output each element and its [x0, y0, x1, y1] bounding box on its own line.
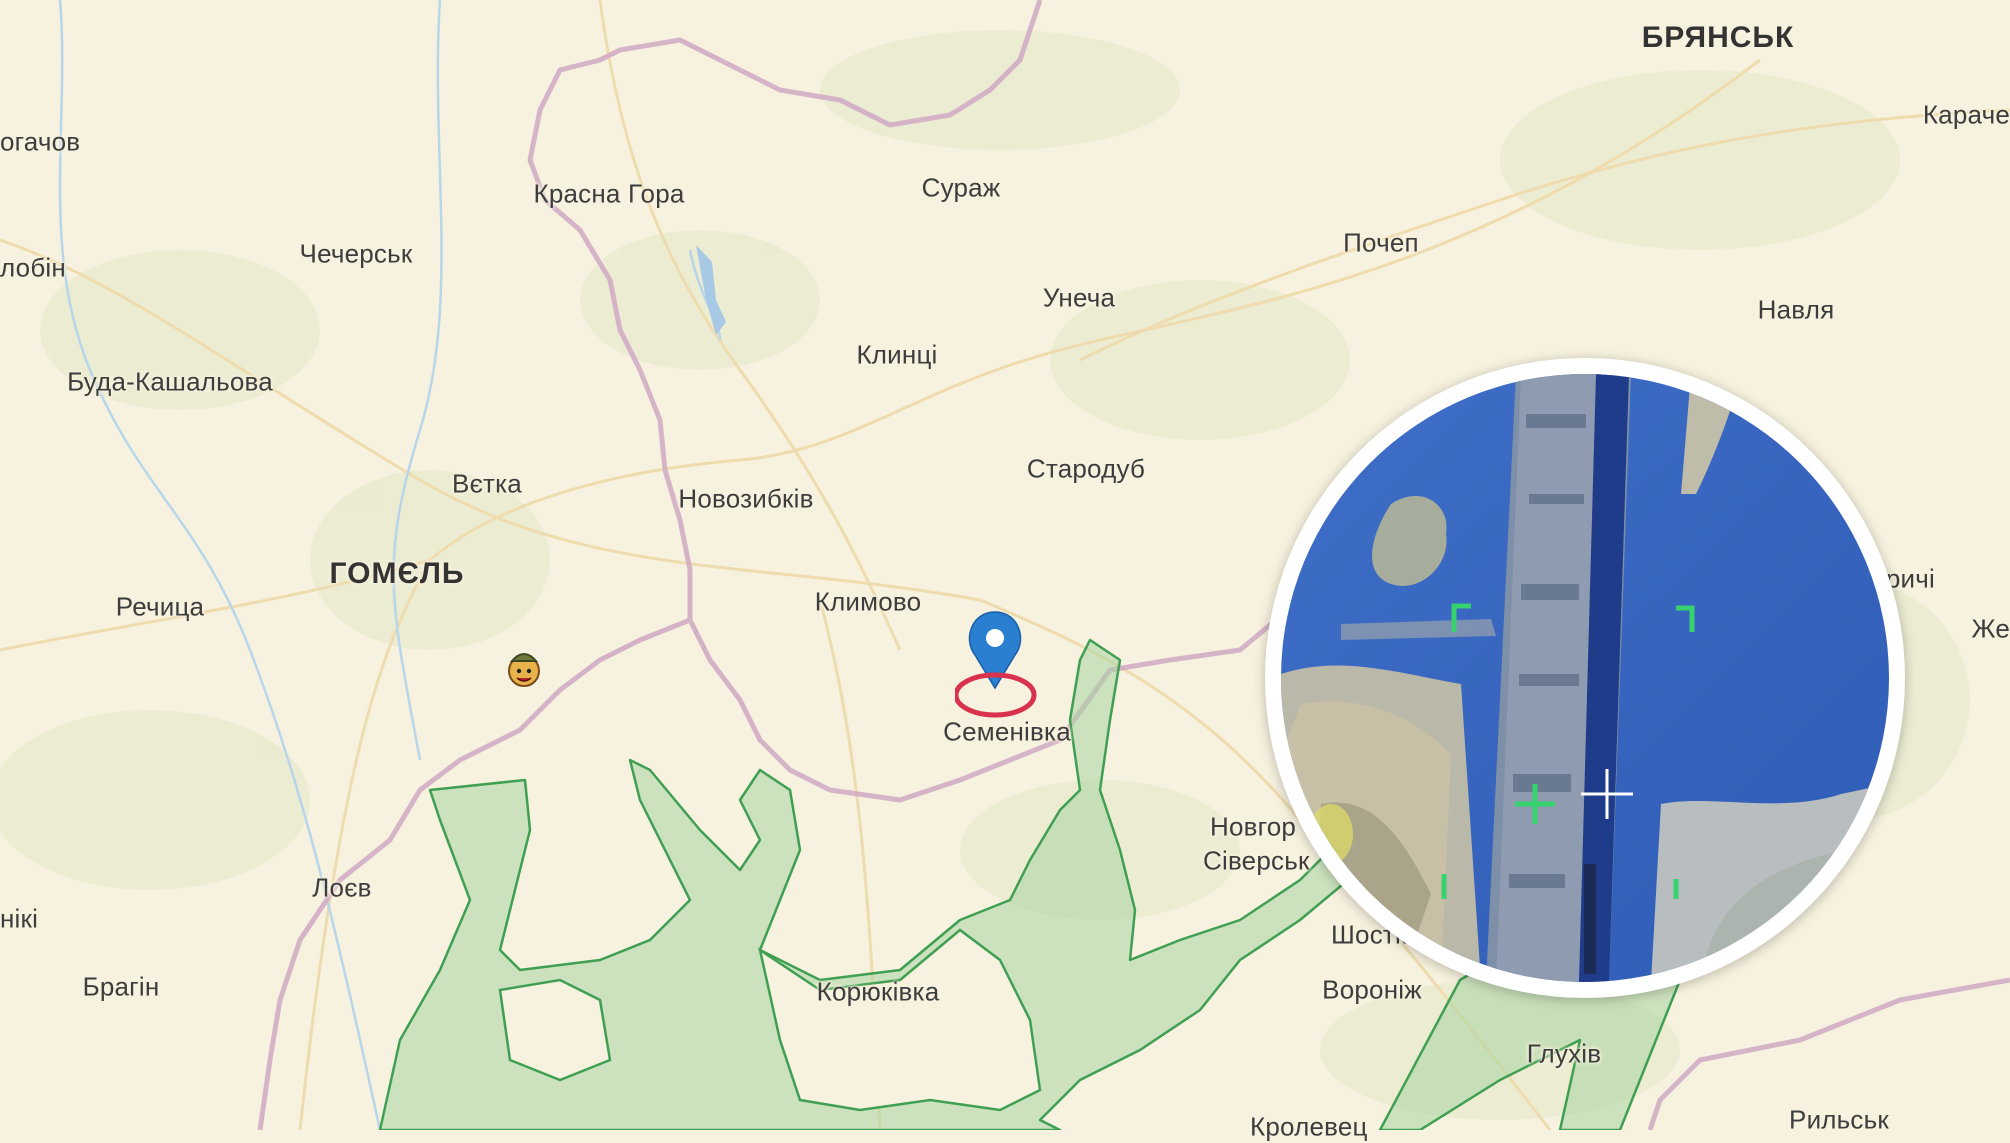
label-rechitsa: Речица [115, 591, 205, 622]
label-bragin: Брагін [82, 971, 160, 1002]
label-klimovo: Климово [814, 586, 922, 617]
label-vetka: Вєтка [452, 468, 522, 499]
label-novozybkov: Новозибків [678, 483, 814, 514]
label-krolevets: Кролевец [1250, 1111, 1368, 1142]
label-gomel: ГОМЄЛЬ [329, 557, 465, 590]
drone-footage-bridge-icon [1281, 374, 1889, 982]
label-navlya: Навля [1757, 294, 1835, 325]
label-niki: нікі [0, 903, 39, 934]
label-klintsy: Клинці [856, 339, 938, 370]
label-chechersk: Чечерськ [299, 238, 413, 269]
drone-footage-inset[interactable] [1265, 358, 1905, 998]
label-rogachov: огачов [0, 126, 81, 157]
label-pochep: Почеп [1343, 227, 1419, 258]
label-zhlobin: лобін [0, 252, 66, 283]
label-loev: Лоєв [312, 872, 372, 903]
label-koryukivka: Корюківка [816, 976, 940, 1007]
label-glukhiv: Глухів [1526, 1038, 1602, 1069]
label-starodub: Стародуб [1026, 453, 1146, 484]
label-krasna-gora: Красна Гора [533, 178, 685, 209]
label-trubchevsk-part: ричі [1885, 563, 1935, 594]
label-surazh: Сураж [921, 172, 1001, 203]
label-buda-kashaleva: Буда-Кашальова [67, 366, 273, 397]
label-bryansk: БРЯНСЬК [1641, 21, 1795, 54]
location-pin-icon[interactable] [955, 610, 1085, 720]
label-rylsk: Рильськ [1789, 1104, 1889, 1135]
label-semenivka: Семенівка [943, 716, 1071, 747]
label-karachev: Караче [1922, 99, 2010, 130]
soldier-icon[interactable] [506, 645, 542, 693]
label-zhe-part: Же [1971, 613, 2010, 644]
label-unecha: Унеча [1042, 282, 1116, 313]
